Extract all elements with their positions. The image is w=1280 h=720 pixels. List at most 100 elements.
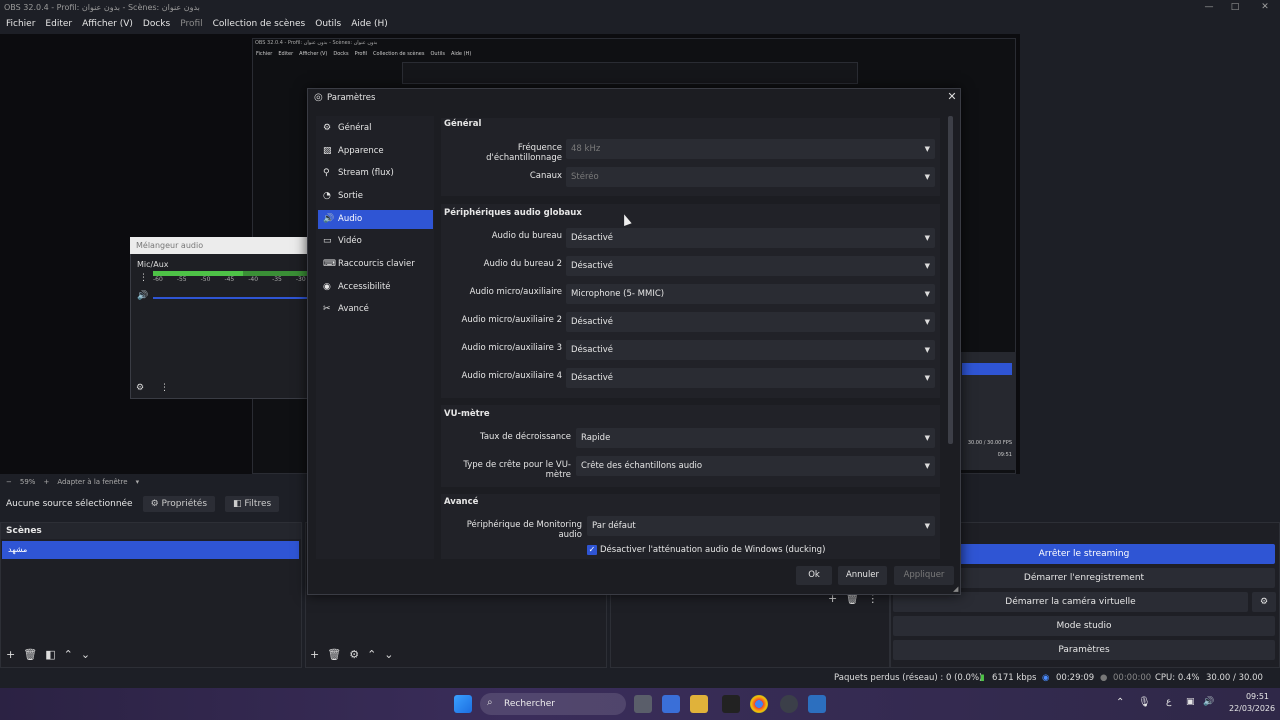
network-icon[interactable]: ▣ <box>1186 697 1195 707</box>
nav-stream[interactable]: ⚲ Stream (flux) <box>318 164 433 183</box>
zoom-in-icon[interactable]: + <box>43 478 49 486</box>
mic-aux-4-select[interactable]: Désactivé ▼ <box>566 368 935 388</box>
chevron-down-icon[interactable]: ▾ <box>136 478 140 486</box>
filter-icon[interactable]: ◧ <box>45 648 55 661</box>
volume-icon[interactable]: 🔊 <box>1203 697 1214 707</box>
chevron-up-icon[interactable]: ⌃ <box>367 648 376 661</box>
zoom-level: 59% <box>19 478 36 486</box>
menu-profile[interactable]: Profil <box>180 16 202 32</box>
menu-view[interactable]: Afficher (V) <box>82 16 133 32</box>
epic-games-icon[interactable] <box>722 695 740 713</box>
app-icon[interactable] <box>808 695 826 713</box>
channels-select[interactable]: Stéréo ▼ <box>566 167 935 187</box>
close-icon[interactable]: ✕ <box>944 90 960 104</box>
zoom-out-icon[interactable]: − <box>6 478 12 486</box>
taskbar-search[interactable]: Rechercher <box>480 693 626 715</box>
peak-type-select[interactable]: Crête des échantillons audio ▼ <box>576 456 935 476</box>
nav-label: Raccourcis clavier <box>338 259 415 269</box>
nav-video[interactable]: ▭ Vidéo <box>318 232 433 251</box>
nav-label: Général <box>338 123 372 133</box>
meter-tick: -50 <box>200 276 211 283</box>
windows-start-icon[interactable] <box>454 695 472 713</box>
filters-button[interactable]: ◧ Filtres <box>225 496 280 512</box>
start-virtual-camera-button[interactable]: Démarrer la caméra virtuelle <box>893 592 1248 612</box>
mic-aux-2-select[interactable]: Désactivé ▼ <box>566 312 935 332</box>
properties-button[interactable]: ⚙ Propriétés <box>142 496 216 512</box>
nav-accessibility[interactable]: ◉ Accessibilité <box>318 278 433 297</box>
antenna-icon: ⚲ <box>323 168 330 178</box>
settings-scrollbar[interactable] <box>948 116 953 444</box>
output-icon: ◔ <box>323 191 331 201</box>
chevron-down-icon: ▼ <box>924 318 930 326</box>
gear-icon[interactable]: ⚙ <box>1252 592 1276 612</box>
chevron-up-icon[interactable]: ⌃ <box>64 648 73 661</box>
apply-button[interactable]: Appliquer <box>894 566 954 585</box>
task-view-icon[interactable] <box>634 695 652 713</box>
chevron-down-icon[interactable]: ⌄ <box>384 648 393 661</box>
sample-rate-select[interactable]: 48 kHz ▼ <box>566 139 935 159</box>
more-options-icon[interactable]: ⋮ <box>139 273 148 283</box>
trash-icon[interactable]: 🗑 <box>23 648 37 661</box>
select-value: Désactivé <box>571 345 614 355</box>
store-icon[interactable] <box>662 695 680 713</box>
menu-docks[interactable]: Docks <box>143 16 170 32</box>
add-icon[interactable]: + <box>310 648 319 661</box>
chevron-up-icon[interactable]: ⌃ <box>1116 697 1124 708</box>
audio-mixer-title[interactable]: Mélangeur audio <box>130 237 310 254</box>
meter-tick: -55 <box>176 276 187 283</box>
desktop-audio-select[interactable]: Désactivé ▼ <box>566 228 935 248</box>
volume-slider[interactable] <box>153 297 308 299</box>
menu-file[interactable]: Fichier <box>6 16 35 32</box>
channels-label: Canaux <box>529 171 562 181</box>
studio-mode-button[interactable]: Mode studio <box>893 616 1275 636</box>
nested-menu-item: Fichier <box>256 51 273 57</box>
microphone-icon[interactable]: 🎙 <box>1138 697 1151 708</box>
settings-button[interactable]: Paramètres <box>893 640 1275 660</box>
language-indicator[interactable]: ع <box>1166 697 1171 707</box>
nav-hotkeys[interactable]: ⌨ Raccourcis clavier <box>318 255 433 274</box>
speaker-icon[interactable]: 🔊 <box>137 291 148 301</box>
chrome-icon[interactable] <box>750 695 768 713</box>
resize-grip-icon[interactable]: ◢ <box>953 585 958 593</box>
clock-date[interactable]: 22/03/2026 <box>1229 704 1275 713</box>
minimize-button[interactable]: — <box>1196 0 1222 14</box>
scene-item[interactable]: مشهد <box>2 541 299 559</box>
nav-general[interactable]: ⚙ Général <box>318 119 433 138</box>
clock-time[interactable]: 09:51 <box>1229 692 1269 701</box>
speaker-icon: 🔊 <box>323 214 335 224</box>
devices-title: Périphériques audio globaux <box>444 208 582 218</box>
fit-to-window[interactable]: Adapter à la fenêtre <box>57 478 127 486</box>
cpu-usage: CPU: 0.4% <box>1155 673 1200 683</box>
mic-aux-3-select[interactable]: Désactivé ▼ <box>566 340 935 360</box>
ok-button[interactable]: Ok <box>796 566 832 585</box>
ducking-checkbox[interactable]: ✓ <box>587 545 597 555</box>
no-source-label: Aucune source sélectionnée <box>6 499 133 509</box>
menu-help[interactable]: Aide (H) <box>351 16 388 32</box>
trash-icon[interactable]: 🗑 <box>327 648 341 661</box>
nav-output[interactable]: ◔ Sortie <box>318 187 433 206</box>
chevron-down-icon: ▼ <box>924 262 930 270</box>
mixer-settings-icon[interactable]: ⚙ <box>136 383 144 393</box>
menu-scene-collection[interactable]: Collection de scènes <box>213 16 306 32</box>
cancel-button[interactable]: Annuler <box>838 566 887 585</box>
desktop-audio-2-select[interactable]: Désactivé ▼ <box>566 256 935 276</box>
meter-tick: -30 <box>295 276 306 283</box>
maximize-button[interactable]: □ <box>1222 0 1248 14</box>
mixer-menu-icon[interactable]: ⋮ <box>160 383 169 393</box>
nav-advanced[interactable]: ✂ Avancé <box>318 300 433 319</box>
chevron-down-icon[interactable]: ⌄ <box>81 648 90 661</box>
menu-tools[interactable]: Outils <box>315 16 341 32</box>
close-button[interactable]: ✕ <box>1252 0 1278 14</box>
desktop-audio-label: Audio du bureau <box>491 231 562 241</box>
nav-audio[interactable]: 🔊 Audio <box>318 210 433 229</box>
obs-icon[interactable] <box>780 695 798 713</box>
gear-icon[interactable]: ⚙ <box>349 648 359 661</box>
monitor-device-select[interactable]: Par défaut ▼ <box>587 516 935 536</box>
nav-appearance[interactable]: ▨ Apparence <box>318 142 433 161</box>
mic-aux-select[interactable]: Microphone (5- MMIC) ▼ <box>566 284 935 304</box>
add-icon[interactable]: + <box>6 648 15 661</box>
file-explorer-icon[interactable] <box>690 695 708 713</box>
decay-select[interactable]: Rapide ▼ <box>576 428 935 448</box>
monitor-icon: ▭ <box>323 236 332 246</box>
menu-edit[interactable]: Editer <box>45 16 72 32</box>
